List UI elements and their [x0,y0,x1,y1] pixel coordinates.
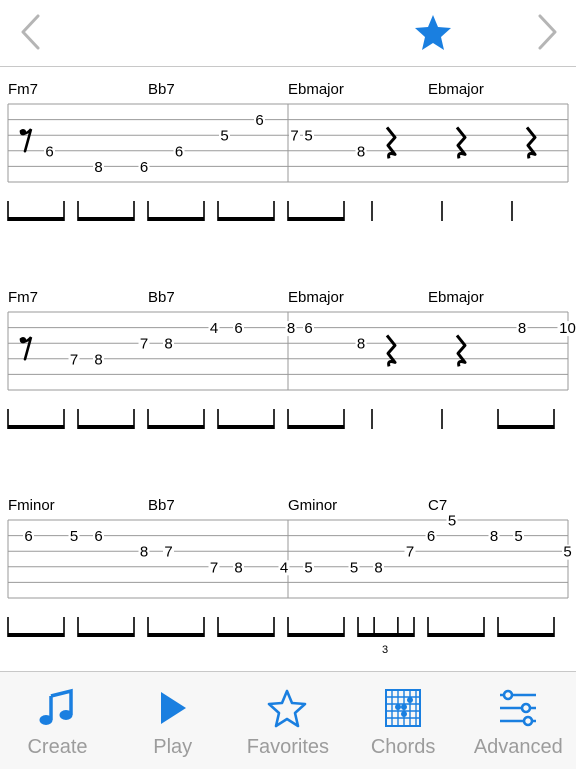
rhythm-beam [78,217,134,221]
fret-number: 4 [280,559,288,576]
fret-number: 6 [24,528,32,545]
tuplet-label: 3 [382,644,388,656]
fret-number: 10 [559,320,576,337]
rhythm-beam [8,217,64,221]
fret-number: 5 [304,559,312,576]
tab-play[interactable]: Play [115,672,230,769]
chord-name: Fm7 [8,81,38,98]
fret-number: 4 [210,320,218,337]
rhythm-beam [8,633,64,637]
rhythm-beam [78,425,134,429]
fret-number: 8 [490,528,498,545]
tab-label: Chords [346,736,461,759]
fret-number: 8 [374,559,382,576]
chord-name: Gminor [288,497,337,514]
fret-number: 5 [304,128,312,145]
fret-number: 6 [94,528,102,545]
tab-system: Fm7Bb7EbmajorEbmajor787846868810 [8,289,576,429]
tablature-score: Fm7Bb7EbmajorEbmajor686656758Fm7Bb7Ebmaj… [0,66,576,671]
fret-number: 7 [290,128,298,145]
rhythm-beam [288,217,344,221]
fret-number: 7 [406,544,414,561]
quarter-rest-icon [387,335,395,366]
tab-label: Advanced [461,736,576,759]
fret-number: 7 [140,336,148,353]
star-icon[interactable] [412,14,454,52]
tab-label: Play [115,736,230,759]
fret-number: 6 [140,159,148,176]
rhythm-beam [8,425,64,429]
fret-number: 7 [70,351,78,368]
fret-number: 5 [220,128,228,145]
fret-number: 8 [164,336,172,353]
rhythm-beam [288,425,344,429]
rhythm-beam [78,633,134,637]
tab-system: Fm7Bb7EbmajorEbmajor686656758 [8,81,568,221]
fret-number: 6 [45,143,53,160]
fret-number: 8 [518,320,526,337]
fret-number: 8 [357,336,365,353]
fret-number: 5 [563,544,571,561]
fret-number: 5 [448,513,456,530]
chord-name: Fminor [8,497,55,514]
chord-name: Ebmajor [288,81,344,98]
rhythm-beam [218,425,274,429]
chord-name: Ebmajor [428,289,484,306]
fret-number: 6 [304,320,312,337]
rhythm-beam [358,633,414,637]
rhythm-beam [288,633,344,637]
fret-number: 6 [427,528,435,545]
quarter-rest-icon [457,335,465,366]
fret-number: 8 [234,559,242,576]
chord-name: Bb7 [148,81,175,98]
tab-create[interactable]: Create [0,672,115,769]
chord-name: Ebmajor [288,289,344,306]
fret-number: 6 [175,143,183,160]
eighth-rest-dot [20,337,26,343]
chord-name: Fm7 [8,289,38,306]
fret-number: 8 [287,320,295,337]
fret-number: 6 [255,112,263,129]
chord-name: Bb7 [148,289,175,306]
fret-number: 5 [350,559,358,576]
fret-number: 8 [94,351,102,368]
chevron-right-icon[interactable] [530,12,566,52]
rhythm-beam [498,633,554,637]
fret-number: 7 [210,559,218,576]
rhythm-beam [148,425,204,429]
chevron-left-icon[interactable] [12,12,48,52]
tab-favorites[interactable]: Favorites [230,672,345,769]
tab-chords[interactable]: Chords [346,672,461,769]
rhythm-beam [498,425,554,429]
tab-bar: CreatePlayFavoritesChordsAdvanced [0,671,576,769]
rhythm-beam [218,217,274,221]
rhythm-beam [428,633,484,637]
fret-number: 7 [164,544,172,561]
fret-number: 8 [94,159,102,176]
fret-number: 5 [70,528,78,545]
quarter-rest-icon [527,127,535,158]
fret-number: 8 [140,544,148,561]
fret-number: 6 [234,320,242,337]
rhythm-beam [148,217,204,221]
chord-name: Ebmajor [428,81,484,98]
quarter-rest-icon [387,127,395,158]
tab-system: FminorBb7GminorC7656877845587658553 [8,497,573,656]
tab-advanced[interactable]: Advanced [461,672,576,769]
tab-label: Favorites [230,736,345,759]
eighth-rest-dot [20,129,26,135]
rhythm-beam [218,633,274,637]
rhythm-beam [148,633,204,637]
chord-name: Bb7 [148,497,175,514]
chord-name: C7 [428,497,447,514]
quarter-rest-icon [457,127,465,158]
fret-number: 8 [357,143,365,160]
tab-label: Create [0,736,115,759]
top-toolbar [0,0,576,67]
fret-number: 5 [514,528,522,545]
